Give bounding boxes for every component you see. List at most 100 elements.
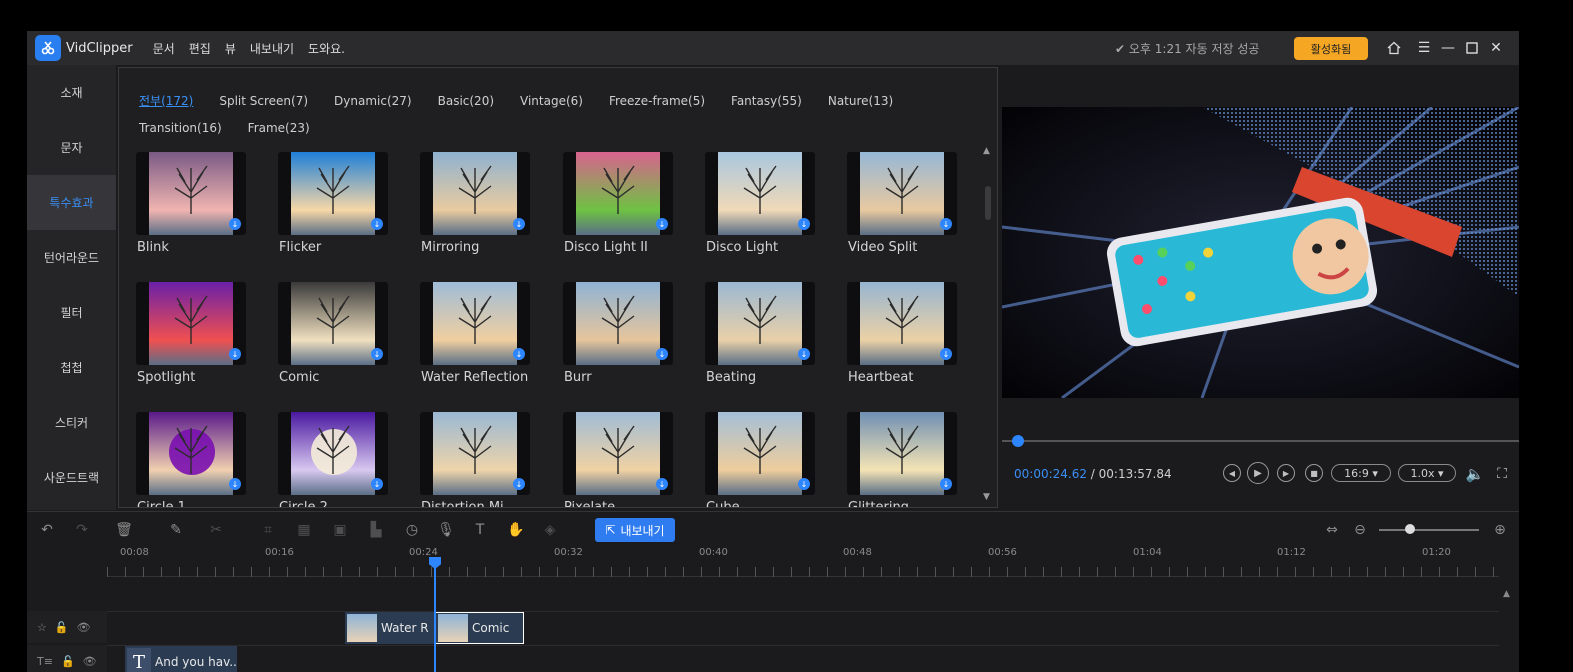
watermark-icon[interactable]: ▣: [331, 521, 349, 539]
previous-frame-icon[interactable]: ◀: [1223, 464, 1241, 482]
minimize-icon[interactable]: —: [1439, 39, 1457, 57]
volume-icon[interactable]: 🔈: [1464, 464, 1486, 484]
lock-icon[interactable]: 🔓: [55, 621, 69, 634]
zoom-slider-handle[interactable]: [1405, 524, 1415, 534]
close-icon[interactable]: ✕: [1487, 39, 1505, 57]
mosaic-icon[interactable]: ▦: [295, 521, 313, 539]
effect-tile[interactable]: ↓ Heartbeat: [847, 282, 959, 407]
eye-icon[interactable]: 👁: [83, 655, 97, 668]
download-icon[interactable]: ↓: [798, 348, 810, 360]
tab-vintage[interactable]: Vintage(6): [520, 88, 583, 115]
timeline-scrollbar[interactable]: ▲: [1503, 581, 1511, 672]
download-icon[interactable]: ↓: [656, 348, 668, 360]
tab-split-screen[interactable]: Split Screen(7): [219, 88, 308, 115]
effect-tile[interactable]: ↓ Beating: [705, 282, 817, 407]
download-icon[interactable]: ↓: [513, 218, 525, 230]
activate-button[interactable]: 활성화됨: [1294, 37, 1368, 60]
effect-tile[interactable]: ↓ Mirroring: [420, 152, 532, 277]
zoom-slider[interactable]: [1379, 529, 1479, 531]
sidebar-item-stickers[interactable]: 스티커: [27, 395, 116, 450]
tab-fantasy[interactable]: Fantasy(55): [731, 88, 802, 115]
effect-tile[interactable]: ↓ Burr: [563, 282, 675, 407]
effect-tile[interactable]: ↓ Water Reflection: [420, 282, 532, 407]
keyframe-icon[interactable]: ◈: [541, 521, 559, 539]
menu-item-export[interactable]: 내보내기: [250, 40, 294, 57]
speed-select[interactable]: 1.0x ▾: [1398, 464, 1456, 482]
crop-icon[interactable]: ⌗: [259, 521, 277, 539]
download-icon[interactable]: ↓: [513, 478, 525, 490]
download-icon[interactable]: ↓: [940, 348, 952, 360]
menu-item-document[interactable]: 문서: [153, 40, 175, 57]
sidebar-item-media[interactable]: 소재: [27, 65, 116, 120]
effect-tile[interactable]: ↓ Cube: [705, 412, 817, 507]
download-icon[interactable]: ↓: [798, 478, 810, 490]
effect-tile[interactable]: ↓ Video Split: [847, 152, 959, 277]
effects-scrollbar[interactable]: ▲ ▼: [982, 146, 994, 504]
timeline-ruler[interactable]: 00:08 00:16 00:24 00:32 00:40 00:48 00:5…: [107, 547, 1499, 577]
effect-clip-comic[interactable]: Comic: [435, 612, 524, 644]
lock-icon[interactable]: 🔓: [61, 655, 75, 668]
next-frame-icon[interactable]: ▶: [1277, 464, 1295, 482]
download-icon[interactable]: ↓: [798, 218, 810, 230]
effect-tile[interactable]: ↓ Circle 1: [136, 412, 248, 507]
text-to-speech-icon[interactable]: T: [471, 521, 489, 539]
effect-tile[interactable]: ↓ Glittering: [847, 412, 959, 507]
download-icon[interactable]: ↓: [656, 218, 668, 230]
tab-transition[interactable]: Transition(16): [139, 115, 222, 142]
hand-icon[interactable]: ✋: [507, 521, 525, 539]
microphone-icon[interactable]: 🎙: [437, 521, 455, 539]
sidebar-item-overlay[interactable]: 첩첩: [27, 340, 116, 395]
effect-tile[interactable]: ↓ Flicker: [278, 152, 390, 277]
video-preview[interactable]: [1002, 107, 1519, 398]
speed-clock-icon[interactable]: ◷: [403, 521, 421, 539]
download-icon[interactable]: ↓: [371, 478, 383, 490]
text-clip[interactable]: T And you hav...: [125, 646, 237, 672]
tab-freeze-frame[interactable]: Freeze-frame(5): [609, 88, 705, 115]
redo-icon[interactable]: ↷: [73, 521, 91, 539]
download-icon[interactable]: ↓: [371, 348, 383, 360]
effect-tile[interactable]: ↓ Spotlight: [136, 282, 248, 407]
effect-tile[interactable]: ↓ Circle 2: [278, 412, 390, 507]
seek-handle[interactable]: [1012, 435, 1024, 447]
download-icon[interactable]: ↓: [513, 348, 525, 360]
tab-nature[interactable]: Nature(13): [828, 88, 893, 115]
download-icon[interactable]: ↓: [940, 218, 952, 230]
scroll-up-arrow-icon[interactable]: ▲: [983, 146, 990, 156]
download-icon[interactable]: ↓: [229, 218, 241, 230]
download-icon[interactable]: ↓: [656, 478, 668, 490]
zoom-out-icon[interactable]: ⊖: [1351, 521, 1369, 539]
edit-icon[interactable]: ✎: [167, 521, 185, 539]
tab-dynamic[interactable]: Dynamic(27): [334, 88, 412, 115]
effect-tile[interactable]: ↓ Disco Light II: [563, 152, 675, 277]
eye-icon[interactable]: 👁: [77, 621, 91, 634]
audio-wave-icon[interactable]: ▙: [367, 521, 385, 539]
download-icon[interactable]: ↓: [940, 478, 952, 490]
undo-icon[interactable]: ↶: [38, 521, 56, 539]
delete-icon[interactable]: 🗑: [115, 521, 133, 539]
scrollbar-thumb[interactable]: [985, 186, 991, 220]
sidebar-item-filters[interactable]: 필터: [27, 285, 116, 340]
scroll-up-arrow-icon[interactable]: ▲: [1503, 589, 1510, 599]
fit-timeline-icon[interactable]: ⇔: [1323, 521, 1341, 539]
playhead[interactable]: [434, 565, 436, 672]
zoom-in-icon[interactable]: ⊕: [1491, 521, 1509, 539]
fullscreen-icon[interactable]: ⛶: [1492, 464, 1512, 484]
hamburger-menu-icon[interactable]: ☰: [1415, 39, 1433, 57]
seek-bar[interactable]: [1002, 440, 1519, 442]
export-button[interactable]: ⇱ 내보내기: [595, 518, 675, 542]
effect-tile[interactable]: ↓ Comic: [278, 282, 390, 407]
tab-basic[interactable]: Basic(20): [438, 88, 494, 115]
tab-frame[interactable]: Frame(23): [248, 115, 310, 142]
play-icon[interactable]: ▶: [1247, 462, 1269, 484]
effect-tile[interactable]: ↓ Pixelate: [563, 412, 675, 507]
download-icon[interactable]: ↓: [371, 218, 383, 230]
menu-item-edit[interactable]: 편집: [189, 40, 211, 57]
effect-tile[interactable]: ↓ Blink: [136, 152, 248, 277]
maximize-icon[interactable]: [1463, 39, 1481, 57]
download-icon[interactable]: ↓: [229, 348, 241, 360]
tab-all[interactable]: 전부(172): [139, 88, 193, 115]
home-icon[interactable]: [1385, 39, 1403, 57]
stop-icon[interactable]: ■: [1305, 464, 1323, 482]
effect-clip-water-reflection[interactable]: Water R: [345, 612, 435, 644]
download-icon[interactable]: ↓: [229, 478, 241, 490]
